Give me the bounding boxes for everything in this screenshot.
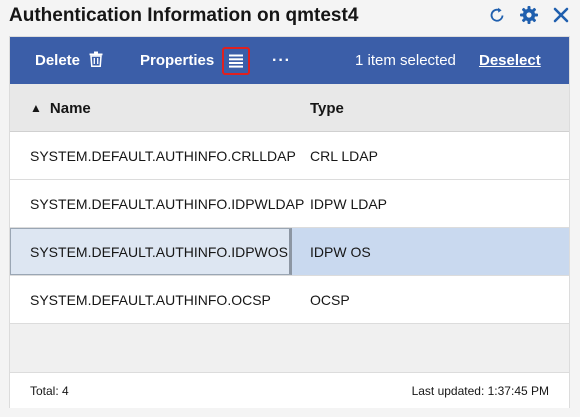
table-row[interactable]: SYSTEM.DEFAULT.AUTHINFO.CRLLDAP CRL LDAP <box>10 132 569 180</box>
row-type: IDPW OS <box>310 243 371 260</box>
auth-info-panel: Delete Properties ··· 1 item selected De… <box>9 36 570 408</box>
row-name: SYSTEM.DEFAULT.AUTHINFO.OCSP <box>30 291 271 308</box>
table-header: ▲ Name Type <box>10 84 569 132</box>
total-count: Total: 4 <box>30 384 69 398</box>
properties-label: Properties <box>140 52 215 69</box>
column-header-type-label: Type <box>310 99 344 117</box>
page-title: Authentication Information on qmtest4 <box>9 5 359 26</box>
row-name: SYSTEM.DEFAULT.AUTHINFO.IDPWLDAP <box>30 195 305 212</box>
selection-toolbar: Delete Properties ··· 1 item selected De… <box>10 37 569 84</box>
selection-count: 1 item selected <box>355 52 456 69</box>
table-row-selected[interactable]: SYSTEM.DEFAULT.AUTHINFO.IDPWOS IDPW OS <box>10 228 569 276</box>
column-header-name-label: Name <box>49 99 91 117</box>
table-footer: Total: 4 Last updated: 1:37:45 PM <box>10 372 569 408</box>
deselect-link[interactable]: Deselect <box>479 37 541 84</box>
table-row[interactable]: SYSTEM.DEFAULT.AUTHINFO.IDPWLDAP IDPW LD… <box>10 180 569 228</box>
trash-icon <box>89 51 103 71</box>
column-header-name[interactable]: ▲ Name <box>30 84 91 132</box>
title-actions <box>486 4 572 26</box>
properties-button[interactable]: Properties <box>140 37 251 84</box>
refresh-icon[interactable] <box>486 4 508 26</box>
row-type: CRL LDAP <box>310 147 378 164</box>
row-type: IDPW LDAP <box>310 195 388 212</box>
close-icon[interactable] <box>550 4 572 26</box>
row-name: SYSTEM.DEFAULT.AUTHINFO.CRLLDAP <box>30 147 296 164</box>
table-row[interactable]: SYSTEM.DEFAULT.AUTHINFO.OCSP OCSP <box>10 276 569 324</box>
row-type: OCSP <box>310 291 350 308</box>
row-name: SYSTEM.DEFAULT.AUTHINFO.IDPWOS <box>30 243 288 260</box>
table-empty-space <box>10 324 569 372</box>
delete-label: Delete <box>35 52 81 69</box>
delete-button[interactable]: Delete <box>35 37 103 84</box>
title-bar: Authentication Information on qmtest4 <box>0 0 580 36</box>
list-icon <box>222 46 251 75</box>
last-updated: Last updated: 1:37:45 PM <box>411 384 549 398</box>
gear-icon[interactable] <box>518 4 540 26</box>
column-header-type[interactable]: Type <box>310 84 344 132</box>
more-options-button[interactable]: ··· <box>272 37 291 84</box>
sort-ascending-icon: ▲ <box>30 101 42 115</box>
